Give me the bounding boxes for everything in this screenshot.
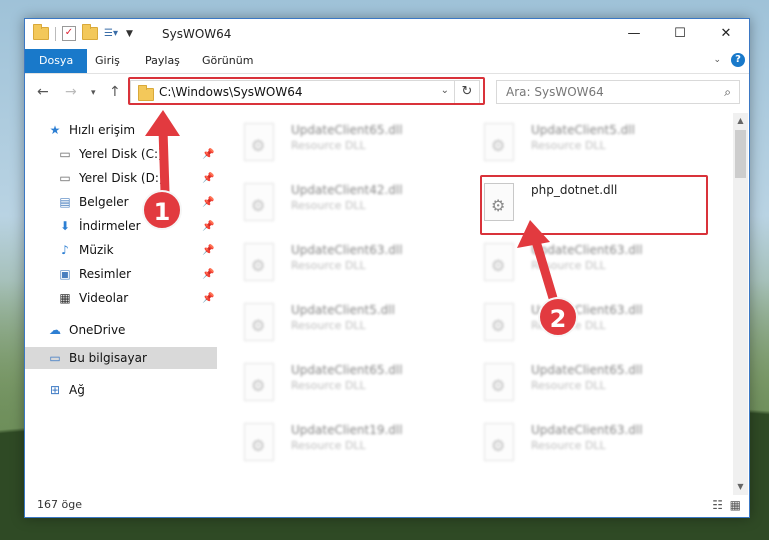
arrow-to-address-bar (145, 110, 180, 193)
arrow-to-file (517, 220, 558, 300)
step-badge-1: 1 (142, 190, 182, 230)
step-badge-2: 2 (538, 297, 578, 337)
annotation-arrows (145, 110, 558, 300)
